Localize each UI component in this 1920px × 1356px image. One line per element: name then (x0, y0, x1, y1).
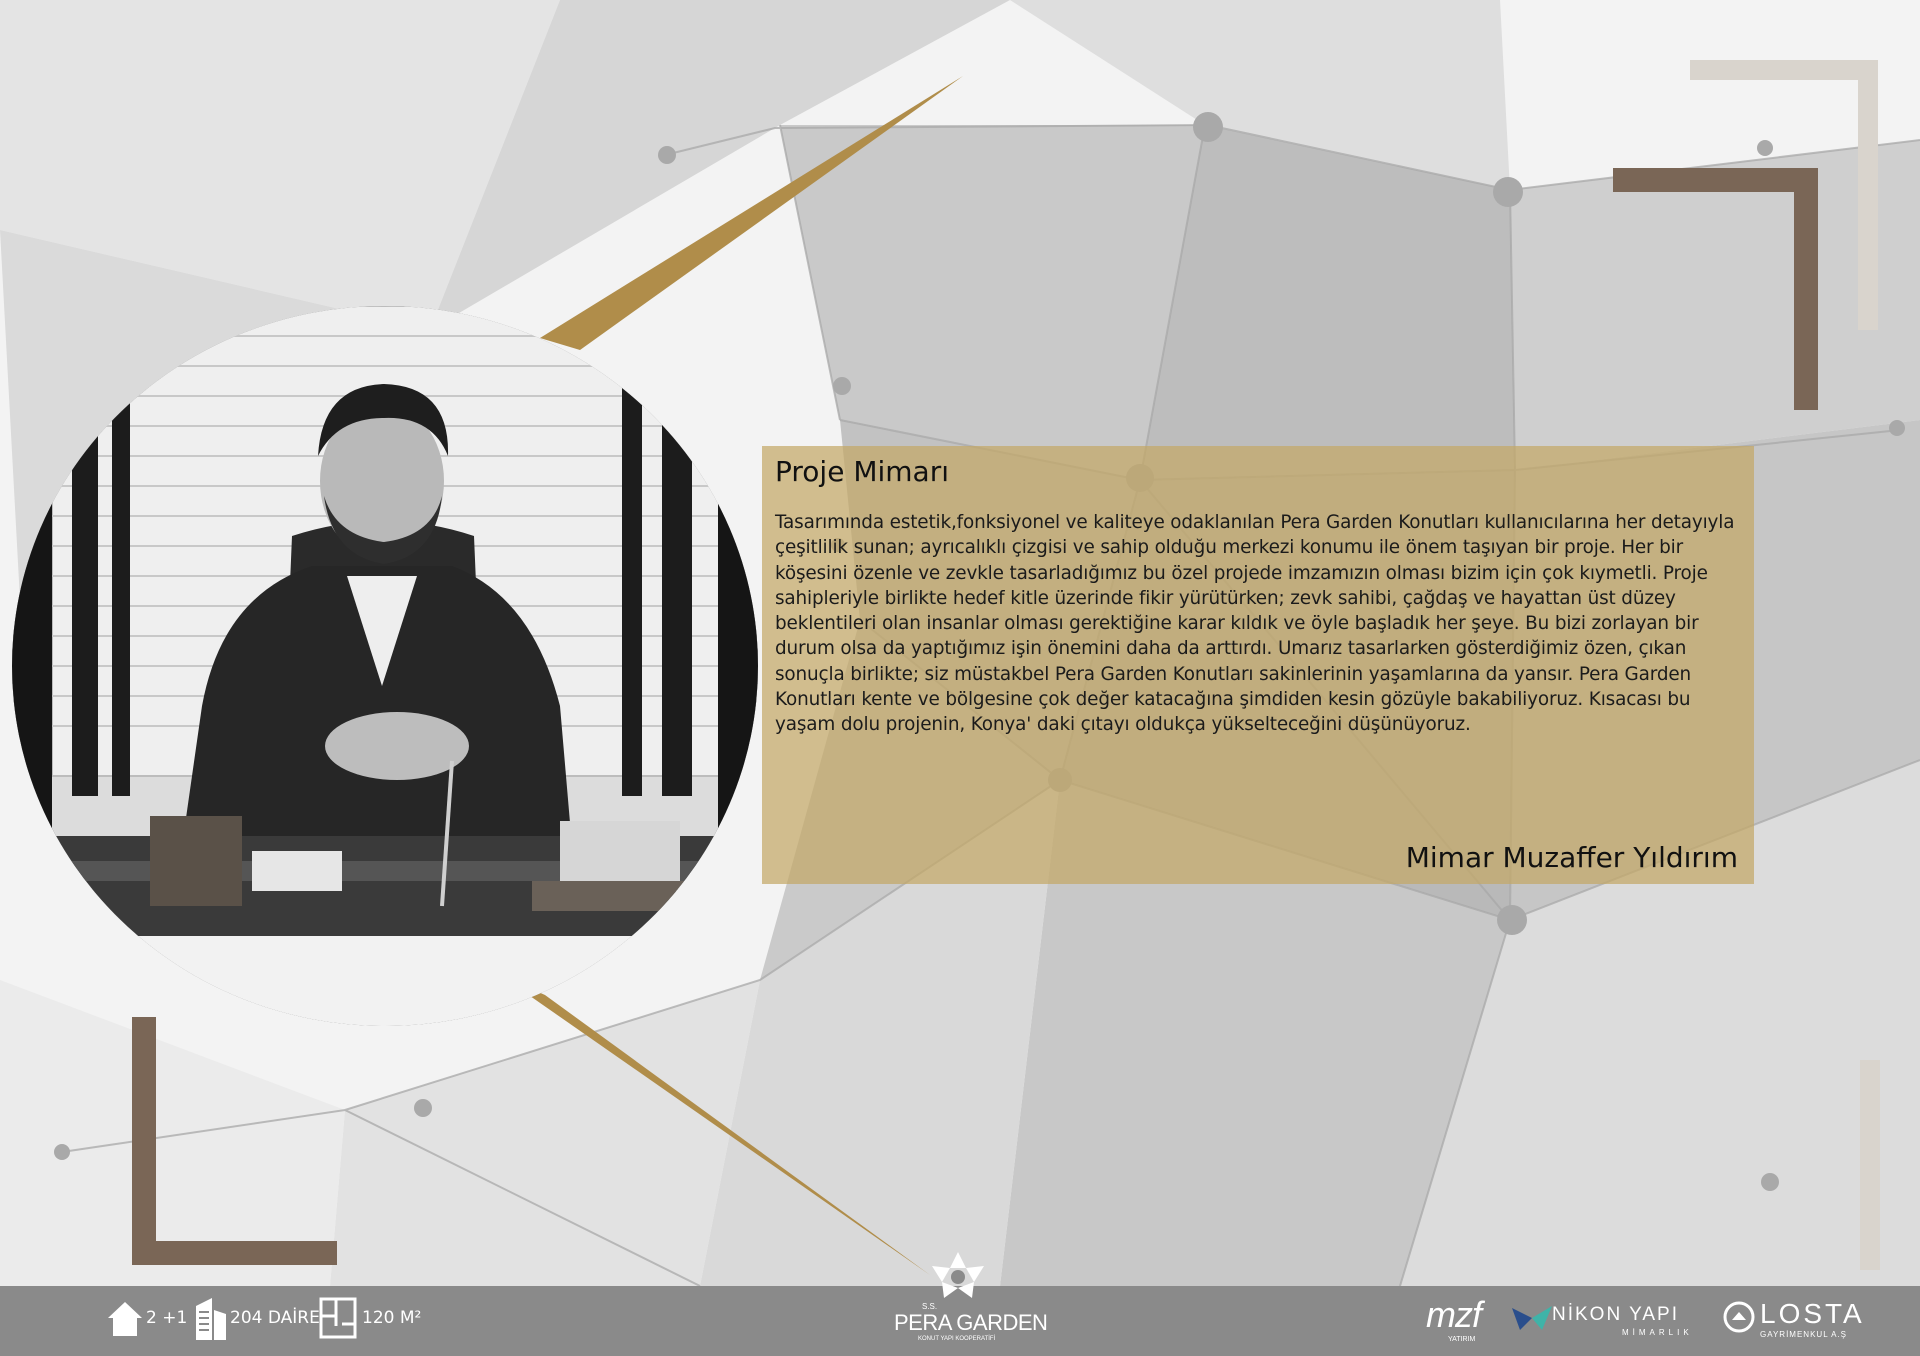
footer-bar: 2 +1 204 DAİRE 120 M² S.S. PERA GARDEN K… (0, 1252, 1920, 1356)
units-label: 204 DAİRE (230, 1308, 320, 1328)
architect-statement-card: Proje Mimarı Tasarımında estetik,fonksiy… (762, 446, 1754, 884)
partner-losta: LOSTA (1760, 1298, 1865, 1329)
logo-sub: KONUT YAPI KOOPERATİFİ (918, 1336, 996, 1342)
partner-mzf: mzf (1426, 1294, 1482, 1335)
partner-mzf-sub: YATIRIM (1448, 1336, 1476, 1343)
card-body: Tasarımında estetik,fonksiyonel ve kalit… (775, 512, 1735, 736)
flower-logo-icon (924, 1250, 992, 1310)
partner-nikon: NİKON YAPI (1552, 1304, 1679, 1325)
architect-portrait (12, 306, 758, 1026)
losta-logo-icon (1722, 1300, 1756, 1338)
nikon-logo-icon (1512, 1304, 1552, 1336)
area-label: 120 M² (362, 1308, 422, 1328)
building-icon (192, 1296, 228, 1344)
logo-name: PERA GARDEN (894, 1310, 1048, 1335)
rooms-label: 2 +1 (146, 1308, 188, 1328)
house-icon (106, 1298, 144, 1342)
architect-signature: Mimar Muzaffer Yıldırım (1405, 841, 1738, 874)
partner-losta-sub: GAYRİMENKUL A.Ş (1760, 1330, 1848, 1339)
partner-nikon-sub: MİMARLIK (1622, 1328, 1693, 1337)
floor-plan-icon (318, 1296, 358, 1344)
card-title: Proje Mimarı (775, 455, 949, 488)
